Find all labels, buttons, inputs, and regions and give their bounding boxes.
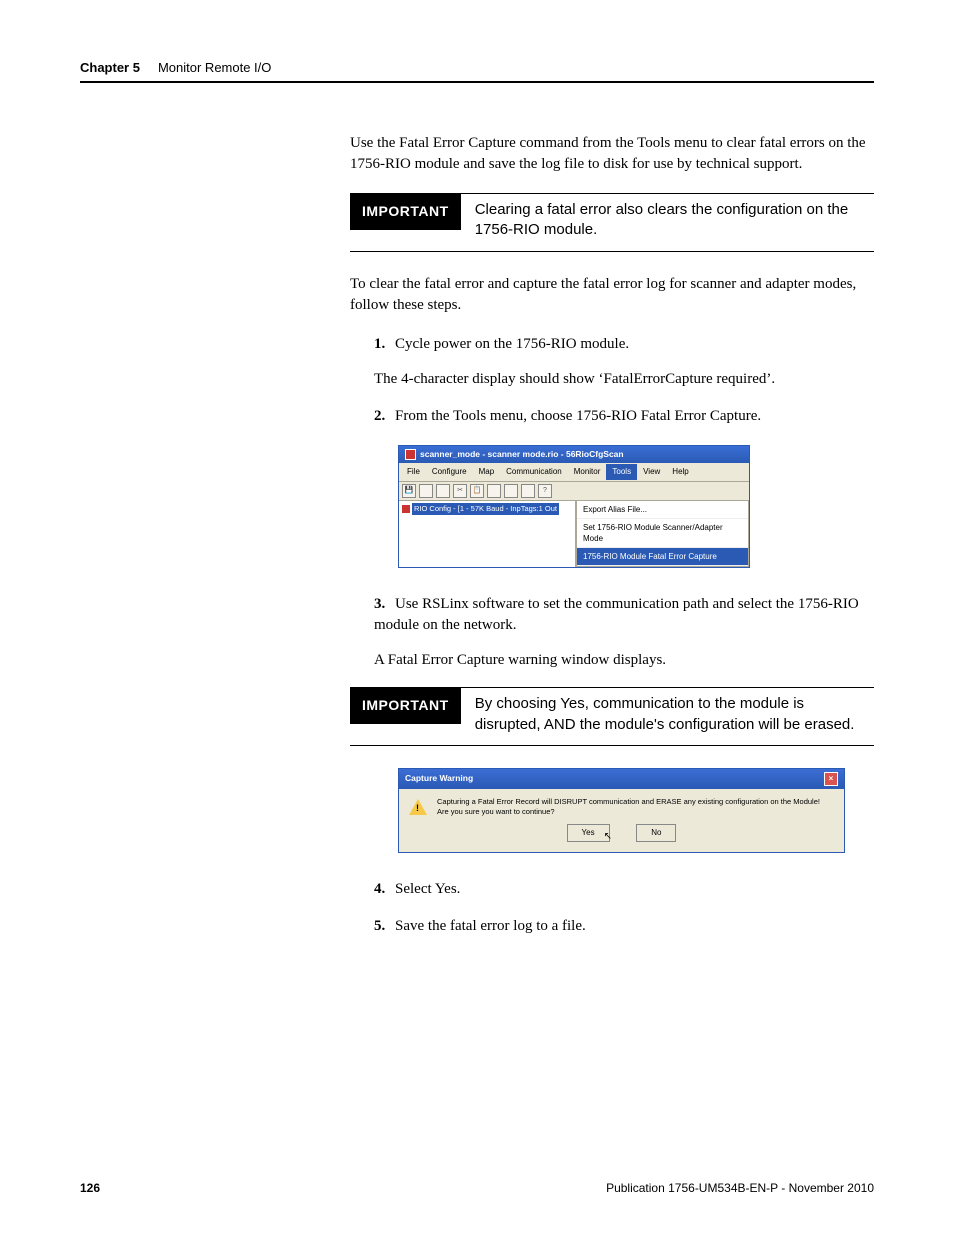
toolbar-cut-icon[interactable]: ✂ [453, 484, 467, 498]
menu-map[interactable]: Map [473, 464, 501, 479]
toolbar-paste-icon[interactable]: 📋 [470, 484, 484, 498]
page-number: 126 [80, 1181, 100, 1195]
step-subtext: A Fatal Error Capture warning window dis… [374, 650, 874, 671]
dialog-msg-line1: Capturing a Fatal Error Record will DISR… [437, 797, 820, 807]
tools-dropdown: Export Alias File... Set 1756-RIO Module… [576, 500, 749, 568]
step-2: 2. From the Tools menu, choose 1756-RIO … [374, 406, 874, 569]
figure-tools-menu: scanner_mode - scanner mode.rio - 56RioC… [398, 445, 874, 569]
warning-icon [409, 799, 427, 815]
intro-paragraph: Use the Fatal Error Capture command from… [350, 133, 874, 175]
step-number: 2. [374, 408, 385, 424]
dialog-titlebar: Capture Warning × [399, 769, 844, 789]
dialog-message: Capturing a Fatal Error Record will DISR… [437, 797, 820, 817]
close-icon[interactable]: × [824, 772, 838, 786]
step-number: 4. [374, 881, 385, 897]
important-box-2: IMPORTANT By choosing Yes, communication… [350, 687, 874, 746]
menu-view[interactable]: View [637, 464, 666, 479]
dialog-body: Capturing a Fatal Error Record will DISR… [399, 789, 844, 821]
step-number: 3. [374, 596, 385, 612]
chapter-label: Chapter 5 [80, 60, 140, 75]
figure-capture-warning: Capture Warning × Capturing a Fatal Erro… [374, 768, 874, 853]
dropdown-export-alias[interactable]: Export Alias File... [577, 501, 748, 519]
page-footer: 126 Publication 1756-UM534B-EN-P - Novem… [80, 1181, 874, 1195]
important-label: IMPORTANT [350, 688, 461, 724]
step-3: 3. Use RSLinx software to set the commun… [374, 594, 874, 671]
step-list: 1. Cycle power on the 1756-RIO module. T… [374, 334, 874, 672]
tree-node-icon [402, 505, 410, 513]
tree-panel: RIO Config - [1 - 57K Baud - InpTags:1 O… [399, 501, 576, 568]
dialog-title-text: Capture Warning [405, 773, 473, 785]
important-text: By choosing Yes, communication to the mo… [461, 688, 874, 745]
step-number: 1. [374, 336, 385, 352]
app-body: RIO Config - [1 - 57K Baud - InpTags:1 O… [399, 501, 749, 568]
dialog-msg-line2: Are you sure you want to continue? [437, 807, 820, 817]
toolbar-save-icon[interactable]: 💾 [402, 484, 416, 498]
toolbar-icon[interactable] [436, 484, 450, 498]
lead-paragraph: To clear the fatal error and capture the… [350, 274, 874, 316]
window-title: scanner_mode - scanner mode.rio - 56RioC… [420, 449, 624, 461]
step-5: 5. Save the fatal error log to a file. [374, 916, 874, 937]
step-1: 1. Cycle power on the 1756-RIO module. T… [374, 334, 874, 390]
step-text: Select Yes. [395, 881, 460, 897]
tree-node[interactable]: RIO Config - [1 - 57K Baud - InpTags:1 O… [412, 503, 559, 516]
step-text: Cycle power on the 1756-RIO module. [395, 336, 629, 352]
step-text: Save the fatal error log to a file. [395, 918, 586, 934]
step-list-continued: 4. Select Yes. 5. Save the fatal error l… [374, 879, 874, 937]
content-column: Use the Fatal Error Capture command from… [350, 133, 874, 937]
toolbar-icon[interactable] [504, 484, 518, 498]
important-text: Clearing a fatal error also clears the c… [461, 194, 874, 251]
step-text: From the Tools menu, choose 1756-RIO Fat… [395, 408, 761, 424]
menu-help[interactable]: Help [666, 464, 694, 479]
page: Chapter 5 Monitor Remote I/O Use the Fat… [0, 0, 954, 1235]
step-4: 4. Select Yes. [374, 879, 874, 900]
menu-configure[interactable]: Configure [426, 464, 473, 479]
menu-communication[interactable]: Communication [500, 464, 568, 479]
app-window: scanner_mode - scanner mode.rio - 56RioC… [398, 445, 750, 569]
window-titlebar: scanner_mode - scanner mode.rio - 56RioC… [399, 446, 749, 464]
menu-tools[interactable]: Tools [606, 464, 637, 479]
toolbar-icon[interactable] [487, 484, 501, 498]
menu-file[interactable]: File [401, 464, 426, 479]
chapter-title: Monitor Remote I/O [158, 60, 271, 75]
dropdown-set-mode[interactable]: Set 1756-RIO Module Scanner/Adapter Mode [577, 519, 748, 548]
no-button[interactable]: No [636, 824, 676, 841]
important-box-1: IMPORTANT Clearing a fatal error also cl… [350, 193, 874, 252]
important-label: IMPORTANT [350, 194, 461, 230]
dialog-buttons: Yes↖ No [399, 820, 844, 851]
toolbar-icon[interactable] [419, 484, 433, 498]
step-number: 5. [374, 918, 385, 934]
step-subtext: The 4-character display should show ‘Fat… [374, 369, 874, 390]
page-header: Chapter 5 Monitor Remote I/O [80, 60, 874, 83]
publication-id: Publication 1756-UM534B-EN-P - November … [606, 1181, 874, 1195]
toolbar: 💾 ✂ 📋 ? [399, 481, 749, 501]
app-icon [405, 449, 416, 460]
menu-bar: File Configure Map Communication Monitor… [399, 463, 749, 480]
menu-monitor[interactable]: Monitor [568, 464, 607, 479]
toolbar-icon[interactable] [521, 484, 535, 498]
dropdown-fatal-error-capture[interactable]: 1756-RIO Module Fatal Error Capture [577, 548, 748, 566]
step-text: Use RSLinx software to set the communica… [374, 596, 859, 633]
dialog-window: Capture Warning × Capturing a Fatal Erro… [398, 768, 845, 853]
cursor-icon: ↖ [604, 831, 612, 842]
toolbar-help-icon[interactable]: ? [538, 484, 552, 498]
